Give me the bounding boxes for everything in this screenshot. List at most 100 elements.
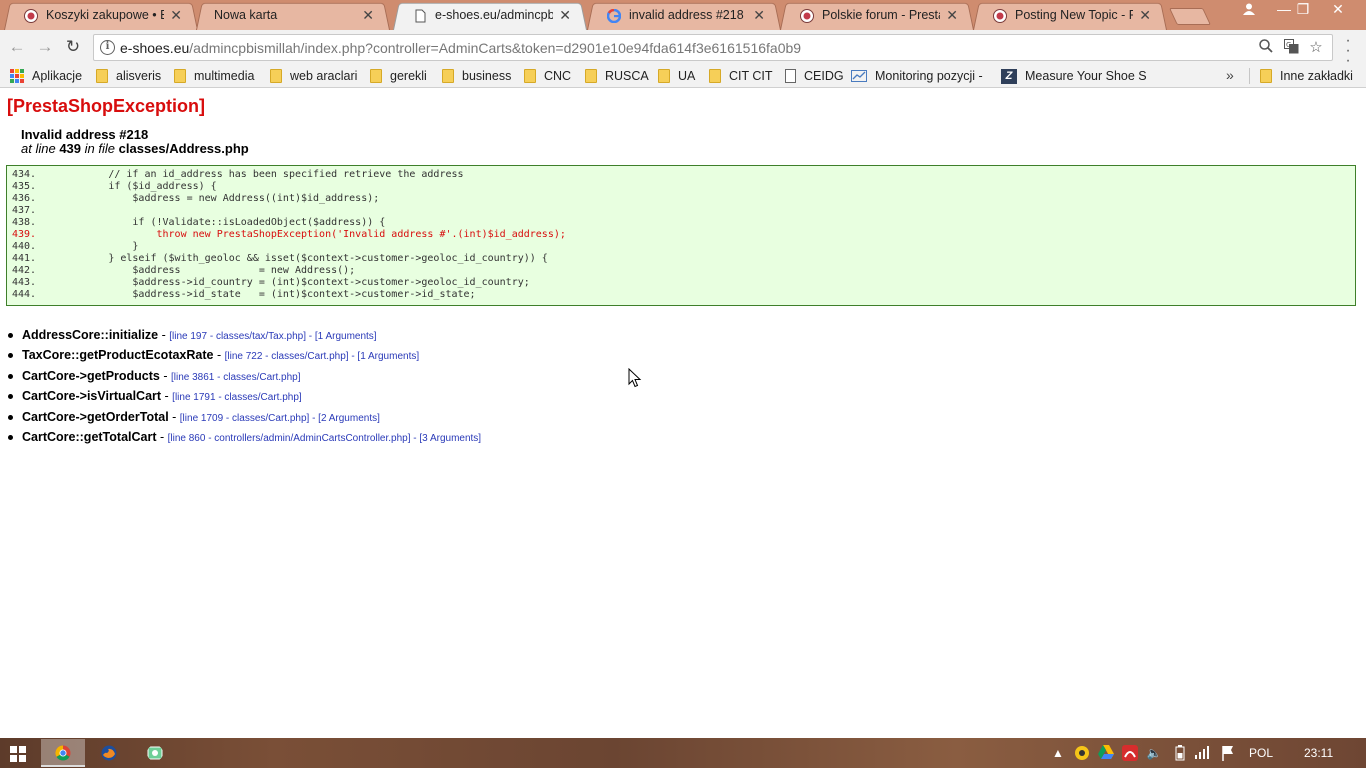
reload-icon[interactable]: ↻ [62,36,84,58]
bookmark-ua[interactable]: UA [658,64,695,88]
google-drive-icon[interactable] [1098,745,1114,761]
tab-title: Posting New Topic - Pres [1015,8,1133,22]
code-line: 440. } [12,241,139,252]
trace-item: TaxCore::getProductEcotaxRate - [line 72… [7,348,481,368]
trace-location[interactable]: [line 1791 - classes/Cart.php] [172,392,302,403]
tab-posting-new-topic[interactable]: Posting New Topic - Pres ✕ [973,1,1167,31]
code-line: 437. [12,205,37,216]
user-profile-icon[interactable] [1229,0,1269,20]
address-url: e-shoes.eu/admincpbismillah/index.php?co… [120,40,802,56]
bookmark-multimedia[interactable]: multimedia [174,64,254,88]
bookmark-gerekli[interactable]: gerekli [370,64,427,88]
close-icon[interactable]: ✕ [946,7,958,23]
apps-icon [10,69,24,83]
bookmark-inne-zakladki[interactable]: Inne zakładki [1260,64,1353,88]
trace-location[interactable]: [line 1709 - classes/Cart.php] - [2 Argu… [180,413,380,424]
code-excerpt: 434. // if an id_address has been specif… [6,165,1356,306]
folder-icon [709,69,721,83]
network-signal-icon[interactable] [1194,745,1210,761]
trace-function: CartCore->getProducts [22,368,160,383]
clock[interactable]: 23:11 [1304,746,1333,760]
close-icon[interactable]: ✕ [170,7,182,23]
page-icon [785,69,796,83]
tab-koszyki[interactable]: Koszyki zakupowe • E-SH ✕ [4,1,198,31]
volume-icon[interactable]: 🔈 [1146,745,1162,761]
trace-location[interactable]: [line 3861 - classes/Cart.php] [171,372,301,383]
translate-icon[interactable]: G [1282,39,1300,57]
folder-icon [524,69,536,83]
taskbar-firefox[interactable] [87,739,131,767]
language-indicator[interactable]: POL [1249,746,1273,760]
stack-trace: AddressCore::initialize - [line 197 - cl… [7,328,481,450]
code-line: 444. $address->id_state = (int)$context-… [12,289,476,300]
restore-icon[interactable]: ❐ [1283,0,1323,20]
app-icon [147,746,163,760]
tab-title: Nowa karta [214,8,278,22]
close-icon[interactable]: ✕ [1139,7,1151,23]
bookmark-rusca[interactable]: RUSCA [585,64,649,88]
tab-polskie-forum[interactable]: Polskie forum - PrestaSh ✕ [780,1,974,31]
tab-e-shoes[interactable]: e-shoes.eu/admincpbism ✕ [393,1,587,31]
forward-arrow-icon[interactable]: → [34,36,56,58]
trace-function: CartCore::getTotalCart [22,429,157,444]
new-tab-button[interactable] [1169,8,1211,25]
tab-title: Koszyki zakupowe • E-SH [46,8,164,22]
exception-message: Invalid address #218 [21,127,149,142]
bookmark-monitoring-pozycji[interactable]: Monitoring pozycji - [851,64,983,88]
trace-item: CartCore->getProducts - [line 3861 - cla… [7,368,481,389]
star-icon[interactable]: ☆ [1307,39,1325,57]
svg-text:G: G [1286,41,1291,49]
close-icon[interactable]: ✕ [559,7,571,23]
tray-chevron-up-icon[interactable]: ▲ [1050,745,1066,761]
trace-function: TaxCore::getProductEcotaxRate [22,348,214,363]
address-bar[interactable]: i e-shoes.eu/admincpbismillah/index.php?… [93,34,1333,61]
bookmarks-bar: Aplikacje alisveris multimedia web aracl… [0,64,1366,88]
windows-start-icon[interactable] [10,746,26,762]
folder-icon [270,69,282,83]
bookmark-measure-your-shoe[interactable]: Z Measure Your Shoe S [1001,64,1147,88]
tab-title: Polskie forum - PrestaSh [822,8,940,22]
taskbar-app[interactable] [133,739,177,767]
close-icon[interactable]: ✕ [753,7,765,23]
taskbar-chrome[interactable] [41,739,85,767]
trace-function: CartCore->getOrderTotal [22,409,169,424]
prestashop-icon [800,9,814,23]
notification-flag-icon[interactable] [1220,745,1236,761]
folder-icon [442,69,454,83]
code-line: 435. if ($id_address) { [12,181,217,192]
antivirus-icon[interactable] [1122,745,1138,761]
bookmark-ceidg[interactable]: CEIDG [785,64,844,88]
bookmark-web-araclari[interactable]: web araclari [270,64,357,88]
code-line: 438. if (!Validate::isLoadedObject($addr… [12,217,386,228]
back-arrow-icon[interactable]: ← [6,36,28,58]
bookmark-aplikacje[interactable]: Aplikacje [10,64,82,88]
exception-title: [PrestaShopException] [7,96,206,116]
tab-invalid-address[interactable]: invalid address #218 at li ✕ [587,1,781,31]
chevron-more-icon[interactable]: » [1226,67,1234,83]
menu-dots-icon[interactable]: · · · [1340,33,1356,69]
info-icon[interactable]: i [100,40,115,55]
zoom-icon[interactable] [1257,39,1275,57]
trace-location[interactable]: [line 860 - controllers/admin/AdminCarts… [168,433,481,444]
folder-icon [1260,69,1272,83]
trace-item: AddressCore::initialize - [line 197 - cl… [7,328,481,348]
code-line-error: 439. throw new PrestaShopException('Inva… [12,229,566,240]
close-icon[interactable]: ✕ [362,7,374,23]
close-window-icon[interactable]: ✕ [1318,0,1358,20]
folder-icon [658,69,670,83]
bookmark-cit-cit[interactable]: CIT CIT [709,64,773,88]
tray-app-icon[interactable] [1074,745,1090,761]
bookmark-business[interactable]: business [442,64,511,88]
code-line: 442. $address = new Address(); [12,265,356,276]
tab-nowa-karta[interactable]: Nowa karta ✕ [196,1,390,31]
trace-item: CartCore->getOrderTotal - [line 1709 - c… [7,409,481,430]
trace-location[interactable]: [line 722 - classes/Cart.php] - [1 Argum… [225,351,420,362]
bookmark-cnc[interactable]: CNC [524,64,571,88]
battery-icon[interactable] [1172,745,1188,761]
tab-strip: Koszyki zakupowe • E-SH ✕ Nowa karta ✕ e… [0,0,1366,31]
page-content: [PrestaShopException] Invalid address #2… [0,89,1366,738]
bookmark-alisveris[interactable]: alisveris [96,64,161,88]
trace-location[interactable]: [line 197 - classes/tax/Tax.php] - [1 Ar… [169,331,376,342]
z-icon: Z [1001,68,1017,84]
tab-title: e-shoes.eu/admincpbism [435,8,553,22]
